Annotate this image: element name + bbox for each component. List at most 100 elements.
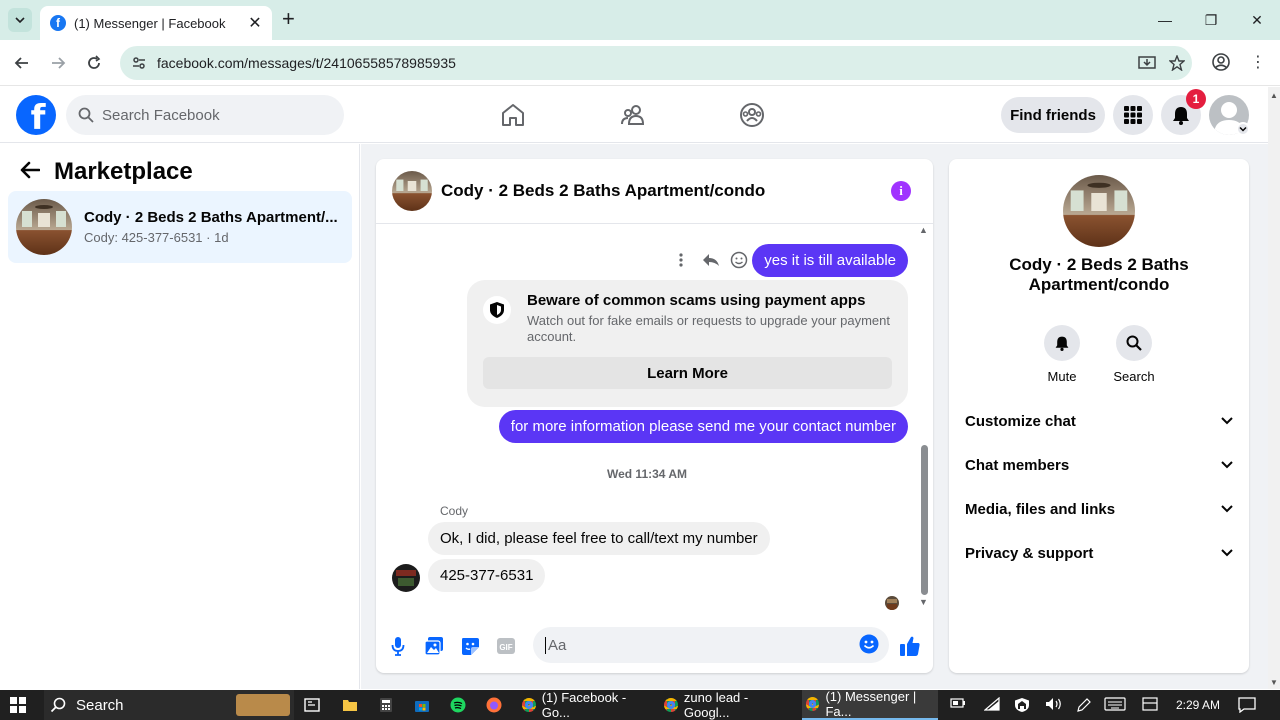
close-window-icon[interactable]: ✕ (1234, 0, 1280, 40)
scroll-down-icon[interactable]: ▼ (919, 597, 928, 607)
customize-chat-section[interactable]: Customize chat (965, 399, 1233, 443)
page-scrollbar[interactable]: ▲ ▼ (1268, 87, 1280, 689)
chevron-down-icon (1221, 505, 1233, 513)
taskbar-search[interactable]: Search (44, 690, 294, 720)
address-bar[interactable]: facebook.com/messages/t/2410655857898593… (120, 46, 1192, 80)
install-app-icon[interactable] (1132, 55, 1162, 71)
react-emoji-icon[interactable] (730, 251, 748, 269)
emoji-icon[interactable] (859, 634, 879, 659)
microphone-icon[interactable] (387, 635, 409, 657)
search-icon[interactable] (1116, 325, 1152, 361)
media-files-links-section[interactable]: Media, files and links (965, 487, 1233, 531)
section-label: Privacy & support (965, 544, 1094, 562)
spotify-icon[interactable] (449, 696, 467, 714)
incoming-message[interactable]: Ok, I did, please feel free to call/text… (428, 522, 770, 555)
seen-receipt-avatar (885, 596, 899, 610)
sender-name: Cody (440, 504, 469, 518)
taskbar-app-messenger[interactable]: (1) Messenger | Fa... (802, 689, 938, 720)
outgoing-message[interactable]: for more information please send me your… (498, 410, 908, 443)
chevron-down-icon (1221, 461, 1233, 469)
taskbar-app-label: zuno lead - Googl... (683, 690, 749, 720)
chrome-icon (664, 698, 678, 712)
battery-icon[interactable] (950, 697, 966, 711)
back-arrow-icon[interactable] (20, 159, 41, 185)
chevron-down-icon (1221, 549, 1233, 557)
scroll-down-icon[interactable]: ▼ (1270, 678, 1278, 687)
chat-scrollbar[interactable]: ▲ ▼ (918, 225, 930, 613)
sticker-icon[interactable] (459, 635, 481, 657)
bookmark-star-icon[interactable] (1162, 55, 1192, 71)
reload-icon[interactable] (83, 52, 105, 74)
message-list[interactable]: yes it is till available Beware of commo… (376, 225, 933, 613)
browser-tab-active[interactable]: f (1) Messenger | Facebook ✕ (40, 6, 272, 40)
info-icon[interactable]: i (891, 181, 911, 201)
search-icon (78, 107, 94, 123)
file-explorer-icon[interactable] (341, 696, 359, 714)
wifi-icon[interactable] (983, 696, 1000, 714)
taskbar-app-label: (1) Messenger | Fa... (825, 689, 917, 719)
minimize-icon[interactable]: — (1142, 0, 1188, 40)
chat-title[interactable]: Cody · 2 Beds 2 Baths Apartment/condo (441, 181, 765, 201)
facebook-search[interactable] (66, 95, 344, 135)
mute-action[interactable]: Mute (1032, 325, 1092, 384)
reply-icon[interactable] (702, 253, 720, 267)
learn-more-button[interactable]: Learn More (483, 357, 892, 389)
contact-name: Cody · 2 Beds 2 Baths Apartment/condo (1009, 255, 1189, 294)
sender-avatar[interactable] (392, 564, 420, 592)
facebook-search-input[interactable] (102, 106, 322, 124)
taskbar-app-zuno[interactable]: zuno lead - Googl... (660, 690, 796, 720)
scam-warning-card: Beware of common scams using payment app… (467, 280, 908, 407)
friends-icon[interactable] (615, 97, 651, 133)
chat-avatar[interactable] (392, 171, 432, 211)
close-tab-icon[interactable]: ✕ (246, 13, 264, 33)
find-friends-button[interactable]: Find friends (1001, 97, 1105, 133)
restore-icon[interactable]: ❐ (1188, 0, 1234, 40)
message-input[interactable] (545, 636, 845, 654)
url-text[interactable]: facebook.com/messages/t/2410655857898593… (157, 55, 1132, 71)
microsoft-store-icon[interactable] (413, 696, 431, 714)
security-shield-icon[interactable] (1014, 697, 1030, 716)
forward-arrow-icon[interactable] (47, 52, 69, 74)
scroll-up-icon[interactable]: ▲ (1270, 91, 1278, 100)
notification-center-icon[interactable] (1238, 697, 1256, 716)
new-tab-button[interactable]: + (282, 8, 295, 30)
chat-scrollbar-thumb[interactable] (921, 445, 928, 595)
task-view-icon[interactable] (303, 696, 321, 714)
message-timestamp: Wed 11:34 AM (606, 467, 688, 481)
gif-icon[interactable]: GIF (495, 635, 517, 657)
chat-members-section[interactable]: Chat members (965, 443, 1233, 487)
groups-icon[interactable] (734, 97, 770, 133)
keyboard-icon[interactable] (1104, 697, 1126, 714)
outgoing-message[interactable]: yes it is till available (752, 244, 908, 277)
taskbar-clock[interactable]: 2:29 AM (1176, 698, 1220, 712)
volume-icon[interactable] (1045, 697, 1063, 714)
search-action[interactable]: Search (1104, 325, 1164, 384)
calculator-icon[interactable] (377, 696, 395, 714)
bell-icon[interactable] (1044, 325, 1080, 361)
message-input-container (533, 627, 889, 663)
incoming-message[interactable]: 425-377-6531 (428, 559, 546, 592)
more-options-icon[interactable] (672, 253, 690, 267)
browser-profile-icon[interactable] (1211, 52, 1231, 77)
scroll-up-icon[interactable]: ▲ (919, 225, 928, 235)
menu-grid-icon[interactable] (1113, 95, 1153, 135)
taskbar-app-facebook[interactable]: (1) Facebook - Go... (518, 690, 654, 720)
account-chevron-icon[interactable] (1236, 122, 1250, 136)
facebook-logo-icon[interactable]: f (16, 95, 56, 135)
windows-start-icon[interactable] (10, 697, 26, 713)
browser-tab-strip: f (1) Messenger | Facebook ✕ + — ❐ ✕ (0, 0, 1280, 40)
thumbs-up-icon[interactable] (899, 635, 921, 657)
home-icon[interactable] (495, 97, 531, 133)
photo-icon[interactable] (423, 635, 445, 657)
browser-menu-icon[interactable]: ⋮ (1250, 52, 1266, 72)
conversation-item[interactable]: Cody · 2 Beds 2 Baths Apartment/... Cody… (8, 191, 352, 263)
tab-search-button[interactable] (8, 8, 32, 32)
shield-icon (483, 296, 511, 324)
display-icon[interactable] (1142, 697, 1158, 714)
back-arrow-icon[interactable] (11, 52, 33, 74)
contact-avatar[interactable] (1063, 175, 1135, 247)
site-info-icon[interactable] (130, 54, 148, 72)
pen-icon[interactable] (1076, 697, 1092, 716)
privacy-support-section[interactable]: Privacy & support (965, 531, 1233, 575)
firefox-icon[interactable] (485, 696, 503, 714)
